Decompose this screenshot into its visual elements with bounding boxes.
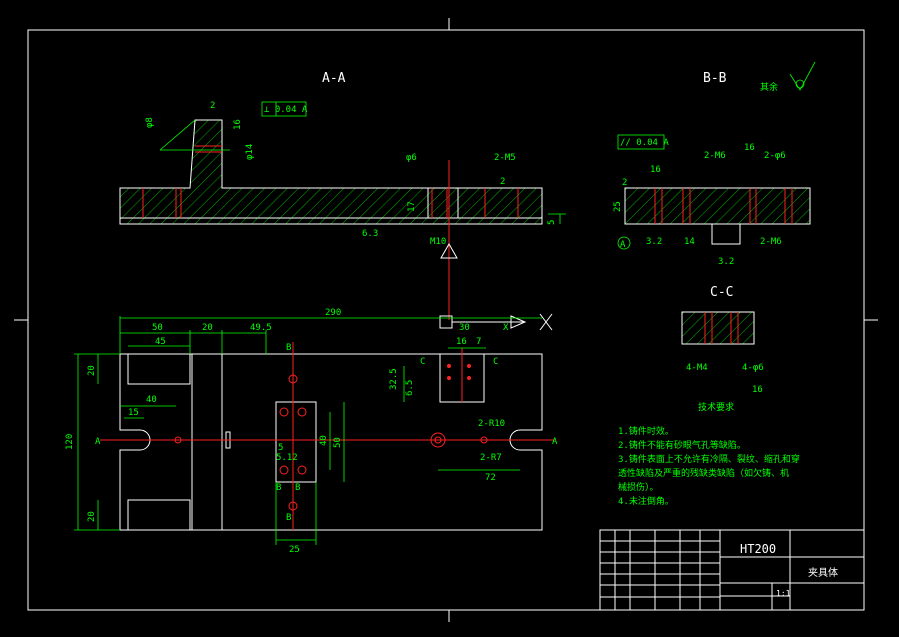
dim-40-b: 40 xyxy=(319,435,329,446)
label-2m6-bb2: 2-M6 xyxy=(760,237,782,247)
dim-15: 15 xyxy=(128,408,139,418)
dim-50-b: 50 xyxy=(333,437,343,448)
tech-item-4: 透性缺陷及严重的残缺类缺陷（如欠铸、机 xyxy=(618,467,789,479)
dim-45: 45 xyxy=(155,337,166,347)
datum-a-label: A xyxy=(620,240,626,250)
dim-b1: B xyxy=(286,343,291,353)
tolerance-aa: ⊥ 0.04 A xyxy=(264,105,308,115)
label-32b: 3.2 xyxy=(718,257,734,267)
dim-20-b: 20 xyxy=(87,511,97,522)
tech-item-1: 1.铸件时效。 xyxy=(618,425,674,437)
dim-32-5: 32.5 xyxy=(389,368,399,390)
dim-c2: C xyxy=(493,357,498,367)
view-title-cc: C-C xyxy=(710,285,733,300)
dim-50: 50 xyxy=(152,323,163,333)
label-5-aa: 5 xyxy=(547,220,557,225)
surface-note: 其余 xyxy=(760,81,778,93)
tech-requirements: 技术要求 1.铸件时效。 2.铸件不能有砂眼气孔等缺陷。 3.铸件表面上不允许有… xyxy=(618,401,800,507)
dim-30: 30 xyxy=(459,323,470,333)
label-25-bb: 25 xyxy=(613,201,623,212)
dim-b3: B xyxy=(295,483,300,493)
label-m10: M10 xyxy=(430,237,446,247)
label-17: 17 xyxy=(407,201,417,212)
tech-item-3: 3.铸件表面上不允许有冷隔、裂纹、缩孔和穿 xyxy=(618,453,800,465)
dim-a-right: A xyxy=(552,437,558,447)
label-2-top: 2 xyxy=(210,101,215,111)
section-aa xyxy=(119,119,543,320)
section-bb xyxy=(624,187,811,245)
dim-20: 20 xyxy=(202,323,213,333)
label-phi8: φ8 xyxy=(145,117,155,128)
datum-a-marker: A xyxy=(617,236,631,250)
part-name-label: 夹具体 xyxy=(808,566,838,579)
label-2m5-aa: 2-M5 xyxy=(494,153,516,163)
label-phi6: φ6 xyxy=(406,153,417,163)
tech-item-6: 4.未注倒角。 xyxy=(618,495,674,507)
dim-6-5: 6.5 xyxy=(405,380,415,396)
dim-b4: B xyxy=(286,513,291,523)
dim-5: 5 xyxy=(278,443,283,453)
dim-290: 290 xyxy=(325,308,341,318)
view-title-aa: A-A xyxy=(322,71,346,86)
cad-drawing: A-A B-B C-C 其余 2 ⊥ 0.04 A φ14 16 φ8 6.3 … xyxy=(14,18,878,622)
label-16-bb: 16 xyxy=(650,165,661,175)
tolerance-bb: // 0.04 A xyxy=(620,138,669,148)
label-2phi6-bb: 2-φ6 xyxy=(764,151,786,161)
material-label: HT200 xyxy=(740,542,776,556)
dim-25: 25 xyxy=(289,545,300,555)
scale-label: 1:1 xyxy=(776,589,791,598)
axis-x-label: X xyxy=(503,323,509,333)
dim-49-5: 49.5 xyxy=(250,323,272,333)
label-4m4: 4-M4 xyxy=(686,363,708,373)
dim-72: 72 xyxy=(485,473,496,483)
label-16-aa: 16 xyxy=(233,119,243,130)
dim-40: 40 xyxy=(146,395,157,405)
label-16-bb2: 16 xyxy=(744,143,755,153)
label-16-cc: 16 xyxy=(752,385,763,395)
dim-2r7: 2-R7 xyxy=(480,453,502,463)
label-phi14: φ14 xyxy=(245,144,255,160)
dim-7: 7 xyxy=(476,337,481,347)
label-63: 6.3 xyxy=(362,229,378,239)
dim-16: 16 xyxy=(456,337,467,347)
label-2-aa: 2 xyxy=(500,177,505,187)
dim-b2: B xyxy=(276,483,281,493)
label-2-bb: 2 xyxy=(622,178,627,188)
label-4phi6: 4-φ6 xyxy=(742,363,764,373)
label-2m6-bb: 2-M6 xyxy=(704,151,726,161)
section-cc xyxy=(681,311,755,345)
tech-item-5: 械损伤）。 xyxy=(618,481,659,493)
roughness-symbol-icon xyxy=(789,61,816,91)
dim-2r10: 2-R10 xyxy=(478,419,505,429)
dim-5-12: 5.12 xyxy=(276,453,298,463)
label-32a: 3.2 xyxy=(646,237,662,247)
dim-120: 120 xyxy=(65,434,75,450)
tech-item-2: 2.铸件不能有砂眼气孔等缺陷。 xyxy=(618,439,746,451)
tech-heading: 技术要求 xyxy=(698,401,734,413)
label-14: 14 xyxy=(684,237,695,247)
dim-a-left: A xyxy=(95,437,101,447)
view-title-bb: B-B xyxy=(703,71,727,86)
dim-20-a: 20 xyxy=(87,365,97,376)
dim-c1: C xyxy=(420,357,425,367)
